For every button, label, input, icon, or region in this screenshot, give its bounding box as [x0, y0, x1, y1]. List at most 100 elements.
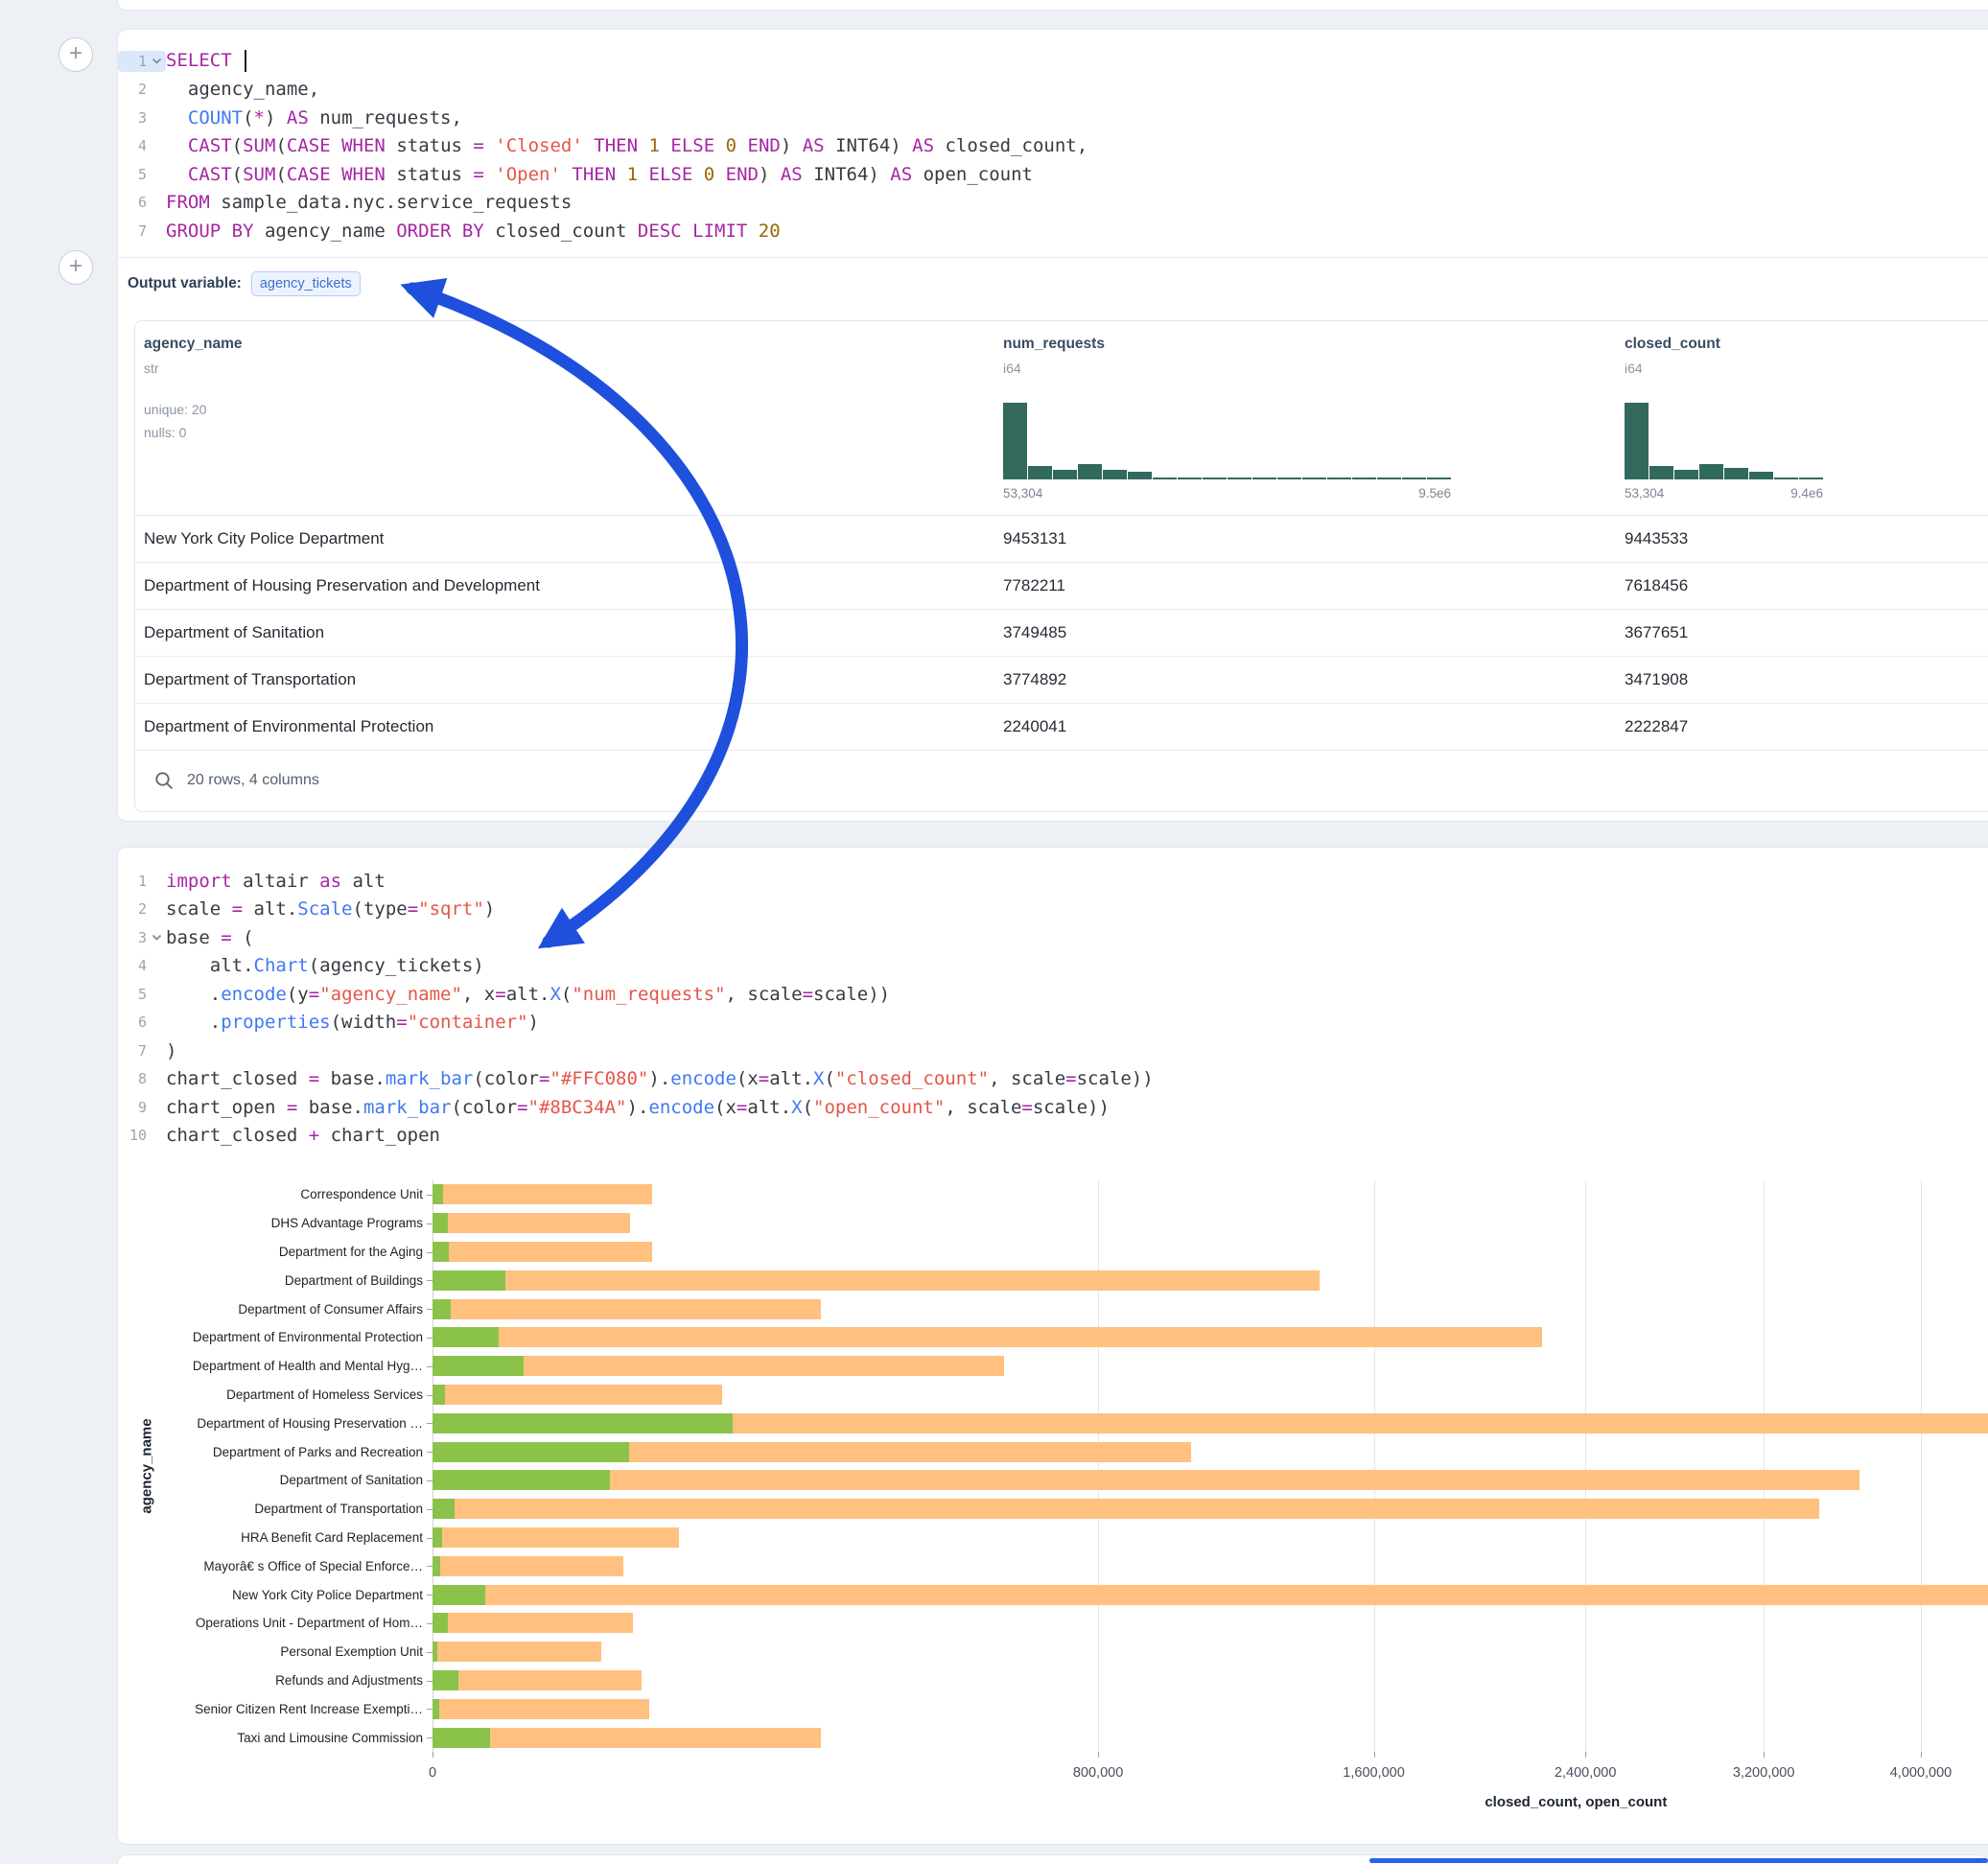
bar-open	[433, 1327, 499, 1347]
histogram-max-label: 9.5e6	[1418, 486, 1451, 501]
y-axis-title: agency_name	[147, 1466, 242, 1483]
column-type: i64	[1003, 360, 1598, 377]
table-cell: 3471908	[1625, 657, 1688, 703]
x-tick-mark	[1764, 1752, 1765, 1758]
bar-chart: 0800,0001,600,0002,400,0003,200,0004,000…	[118, 1167, 1988, 1838]
line-gutter: 5	[118, 164, 166, 185]
add-cell-button-2[interactable]: +	[58, 250, 93, 285]
bar-closed	[433, 1642, 601, 1662]
line-gutter: 7	[118, 221, 166, 242]
y-tick-label: New York City Police Department	[118, 1588, 423, 1602]
bar-closed	[433, 1242, 652, 1262]
bar-closed	[433, 1670, 642, 1690]
code-line: 4 CAST(SUM(CASE WHEN status = 'Closed' T…	[118, 132, 1988, 161]
line-number: 4	[118, 957, 147, 974]
bar-closed	[433, 1527, 679, 1548]
x-tick-label: 2,400,000	[1555, 1765, 1617, 1781]
y-tick-label: Department of Homeless Services	[118, 1387, 423, 1402]
line-gutter: 4	[118, 955, 166, 976]
line-number: 10	[118, 1127, 147, 1144]
table-row[interactable]: Department of Environmental Protection22…	[135, 703, 1988, 750]
line-gutter: 9	[118, 1097, 166, 1118]
y-tick-label: Operations Unit - Department of Hom…	[118, 1616, 423, 1630]
x-tick-label: 1,600,000	[1343, 1765, 1405, 1781]
sql-cell-card: 1SELECT 2 agency_name,3 COUNT(*) AS num_…	[117, 29, 1988, 822]
table-footer: 20 rows, 4 columns	[135, 750, 1988, 810]
table-row[interactable]: New York City Police Department945313194…	[135, 515, 1988, 562]
table-cell: Department of Sanitation	[144, 610, 324, 656]
output-variable-chip[interactable]: agency_tickets	[251, 271, 361, 296]
bar-closed	[433, 1556, 623, 1576]
column-name: closed_count	[1625, 335, 1988, 354]
table-row[interactable]: Department of Transportation377489234719…	[135, 656, 1988, 703]
column-name: agency_name	[144, 335, 738, 354]
bar-closed	[433, 1184, 652, 1204]
plus-icon: +	[69, 40, 82, 66]
notebook-page: { "notebook": { "output_label": "Output …	[0, 0, 1988, 1864]
chevron-down-icon[interactable]	[152, 933, 162, 942]
line-gutter: 10	[118, 1125, 166, 1146]
gridline	[1585, 1180, 1586, 1752]
x-tick-mark	[1374, 1752, 1375, 1758]
x-axis-title: closed_count, open_count	[1485, 1794, 1667, 1810]
python-editor[interactable]: 1import altair as alt2scale = alt.Scale(…	[118, 867, 1988, 1150]
table-cell: Department of Housing Preservation and D…	[144, 563, 540, 609]
histogram-min-label: 53,304	[1625, 486, 1664, 501]
gridline	[1374, 1180, 1375, 1752]
python-cell-card: 1import altair as alt2scale = alt.Scale(…	[117, 847, 1988, 1845]
y-tick-label: Taxi and Limousine Commission	[118, 1731, 423, 1745]
line-gutter: 2	[118, 79, 166, 100]
table-cell: New York City Police Department	[144, 516, 384, 562]
x-tick-label: 800,000	[1073, 1765, 1123, 1781]
line-number: 5	[118, 166, 147, 183]
text-cursor	[245, 50, 246, 72]
line-gutter: 4	[118, 135, 166, 156]
bar-closed	[433, 1613, 633, 1633]
table-header: agency_namestrunique: 20nulls: 0num_requ…	[135, 321, 1988, 515]
histogram-min-label: 53,304	[1003, 486, 1042, 501]
plus-icon: +	[69, 253, 82, 279]
table-row[interactable]: Department of Housing Preservation and D…	[135, 562, 1988, 609]
bar-open	[433, 1213, 448, 1233]
previous-cell-edge	[117, 0, 1988, 11]
line-number: 8	[118, 1070, 147, 1087]
bar-open	[433, 1242, 449, 1262]
table-cell: 7782211	[1003, 563, 1065, 609]
sql-editor[interactable]: 1SELECT 2 agency_name,3 COUNT(*) AS num_…	[118, 47, 1988, 245]
line-gutter: 8	[118, 1068, 166, 1089]
table-cell: 3749485	[1003, 610, 1066, 656]
y-tick-label: Personal Exemption Unit	[118, 1644, 423, 1659]
code-line: 1import altair as alt	[118, 867, 1988, 896]
bar-open	[433, 1728, 490, 1748]
x-tick-mark	[1098, 1752, 1099, 1758]
y-tick-label: Department of Housing Preservation …	[118, 1416, 423, 1431]
x-tick-label: 3,200,000	[1733, 1765, 1795, 1781]
x-tick-mark	[1921, 1752, 1922, 1758]
column-type: str	[144, 360, 738, 377]
search-icon[interactable]	[154, 771, 175, 791]
column-header: closed_counti6453,3049.4e6	[1625, 335, 1988, 377]
add-cell-button[interactable]: +	[58, 37, 93, 72]
line-gutter: 7	[118, 1040, 166, 1061]
bar-open	[433, 1527, 442, 1548]
table-row[interactable]: Department of Sanitation37494853677651	[135, 609, 1988, 656]
code-line: 6 .properties(width="container")	[118, 1009, 1988, 1037]
bar-open	[433, 1356, 524, 1376]
bar-closed	[433, 1585, 1988, 1605]
bar-open	[433, 1184, 443, 1204]
chevron-down-icon[interactable]	[152, 57, 162, 65]
gridline	[1764, 1180, 1765, 1752]
bar-open	[433, 1699, 439, 1719]
gridline	[1921, 1180, 1922, 1752]
code-line: 2 agency_name,	[118, 76, 1988, 105]
bar-open	[433, 1499, 455, 1519]
line-gutter: 6	[118, 1012, 166, 1033]
bar-closed	[433, 1270, 1320, 1291]
bar-closed	[433, 1699, 649, 1719]
bar-open	[433, 1670, 458, 1690]
bar-open	[433, 1299, 451, 1319]
y-axis-title-text: agency_name	[139, 1418, 155, 1513]
y-tick-label: Senior Citizen Rent Increase Exempti…	[118, 1702, 423, 1716]
line-gutter: 1	[118, 871, 166, 892]
line-number: 6	[118, 194, 147, 211]
